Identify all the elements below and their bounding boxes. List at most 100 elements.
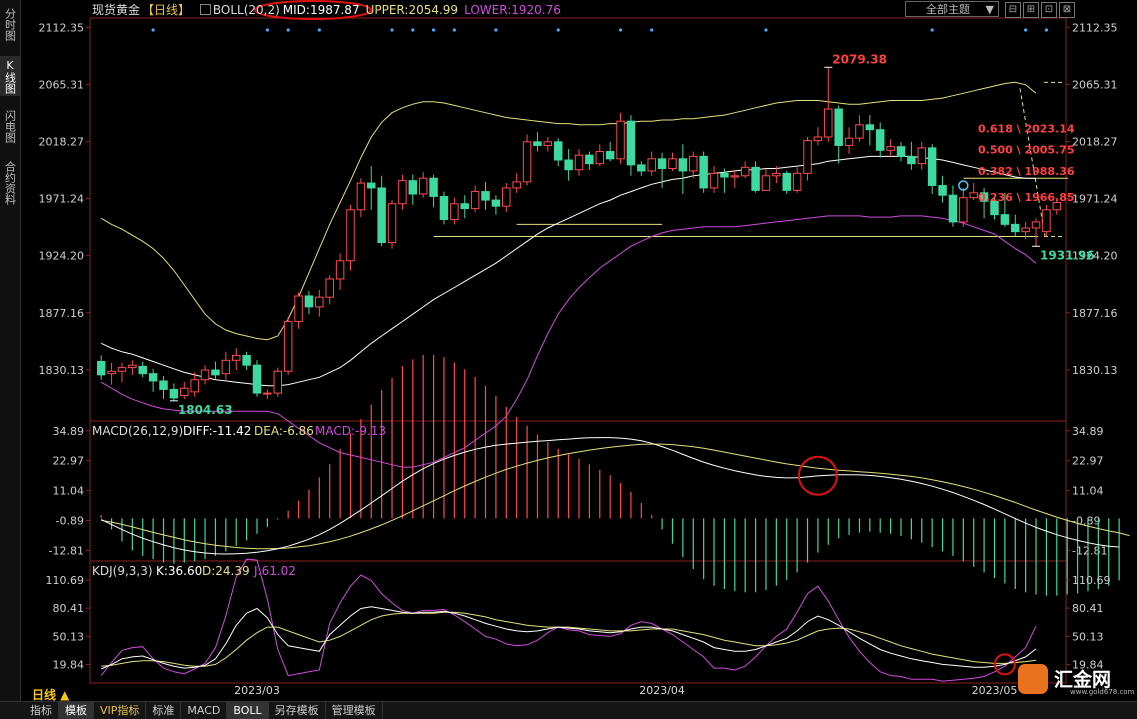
candle-body — [460, 203, 469, 210]
price-axis-tick-left: 1877.16 — [39, 307, 85, 320]
theme-select[interactable]: 全部主题 ▼ — [905, 1, 999, 17]
close-icon[interactable]: ⊠ — [1059, 2, 1075, 18]
macd-axis-tick-left: -0.89 — [56, 515, 84, 528]
candle-body — [626, 120, 636, 166]
tab-save-template[interactable]: 另存模板 — [269, 702, 326, 719]
boll-upper: UPPER:2054.99 — [365, 3, 459, 17]
extreme-label: 2079.38 — [832, 52, 887, 66]
chart-canvas[interactable]: 2112.35 2112.35 2065.31 2065.31 2018.27 2018.… — [0, 0, 1137, 718]
event-marker — [494, 28, 498, 32]
price-axis-tick-right: 2018.27 — [1072, 135, 1118, 148]
fib-label: 0.382 \ 1988.36 — [978, 165, 1075, 178]
candle-body — [948, 194, 958, 223]
candle-body — [637, 164, 646, 172]
kdj-axis-tick-right: 110.69 — [1072, 574, 1111, 587]
event-marker — [764, 28, 768, 32]
macd-dea-value: DEA:-6.86 — [254, 424, 314, 438]
kdj-k-value: K:36.60 — [156, 564, 202, 578]
candle-body — [1021, 227, 1030, 233]
candle-body — [678, 158, 688, 172]
candle-body — [439, 195, 449, 221]
maximize-icon[interactable]: ⊡ — [1041, 2, 1057, 18]
candle-body — [315, 296, 324, 308]
candle-body — [138, 365, 147, 375]
candle-body — [200, 369, 210, 381]
candle-body — [169, 388, 179, 399]
event-marker — [618, 28, 623, 32]
candle-body — [969, 192, 978, 199]
boll-mid-line — [100, 155, 1037, 387]
candle-body — [574, 154, 584, 171]
pane-frame-2 — [89, 560, 1067, 684]
theme-select-label: 全部主题 — [926, 3, 970, 16]
candle-body — [128, 364, 137, 369]
tab-boll[interactable]: BOLL — [227, 702, 269, 719]
price-axis-tick-right: 2065.31 — [1072, 78, 1118, 91]
symbol-name: 现货黄金 — [92, 3, 141, 17]
tab-standard[interactable]: 标准 — [146, 702, 182, 719]
event-marker — [411, 28, 415, 32]
candle-body — [491, 199, 501, 207]
candle-body — [418, 177, 428, 195]
tab-template[interactable]: 模板 — [59, 702, 94, 719]
candle-body — [553, 141, 563, 161]
indicator-icon[interactable] — [199, 4, 211, 15]
tile-icon[interactable]: ⊞ — [1023, 2, 1039, 18]
tab-vip-indicators[interactable]: VIP指标 — [94, 702, 147, 719]
candle-body — [367, 182, 376, 189]
tab-macd[interactable]: MACD — [181, 702, 228, 719]
event-marker — [286, 28, 290, 32]
event-marker — [650, 28, 654, 32]
candle-body — [1000, 214, 1010, 225]
candle-body — [211, 369, 220, 376]
candle-body — [824, 108, 833, 138]
tab-indicators[interactable]: 指标 — [24, 702, 59, 719]
candle-body — [1031, 221, 1041, 229]
macd-value: MACD:-9.13 — [315, 424, 386, 438]
price-axis-tick-right: 1971.24 — [1072, 193, 1118, 206]
candle-body — [616, 120, 625, 160]
price-axis-tick-left: 1830.13 — [39, 364, 85, 377]
candle-body — [502, 187, 511, 207]
fib-label: 0.500 \ 2005.75 — [978, 144, 1075, 157]
candle-body — [751, 166, 760, 191]
candle-body — [730, 175, 740, 178]
candle-body — [159, 380, 168, 390]
candle-body — [595, 151, 605, 165]
candle-body — [896, 146, 906, 157]
fib-projection-line — [1019, 88, 1046, 237]
kdj-d-value: D:24.39 — [202, 564, 250, 578]
event-marker — [452, 28, 456, 32]
date-tick: 2023/05 — [972, 684, 1018, 697]
kdj-axis-tick-right: 80.41 — [1072, 602, 1104, 615]
dea-line — [101, 443, 1130, 550]
macd-axis-tick-left: 11.04 — [53, 485, 85, 498]
candle-body — [1042, 209, 1051, 233]
candle-body — [585, 154, 594, 165]
candle-body — [304, 295, 314, 308]
macd-title: MACD(26,12,9) — [92, 424, 183, 438]
price-axis-tick-right: 2112.35 — [1072, 21, 1118, 34]
price-axis-tick-left: 1971.24 — [39, 193, 85, 206]
candle-body — [959, 197, 968, 223]
candle-body — [855, 124, 864, 139]
price-axis-tick-right: 1877.16 — [1072, 307, 1118, 320]
candle-body — [512, 181, 521, 189]
candle-body — [720, 172, 729, 178]
boll-mid: MID:1987.87 — [282, 3, 360, 17]
candle-body — [117, 367, 127, 372]
tab-manage-template[interactable]: 管理模板 — [326, 702, 383, 719]
candle-body — [387, 203, 397, 244]
boll-lower: LOWER:1920.76 — [464, 3, 561, 17]
candle-body — [834, 108, 843, 146]
fib-label: 0.236 \ 1966.85 — [978, 191, 1075, 204]
candle-body — [429, 177, 438, 197]
candle-body — [263, 392, 272, 395]
candle-body — [252, 364, 262, 394]
kdj-j-value: J:61.02 — [253, 564, 296, 578]
candle-body — [761, 175, 771, 191]
candle-body — [740, 166, 750, 177]
period-tag: 【日线】 — [142, 3, 191, 17]
candle-body — [917, 147, 927, 165]
minimize-icon[interactable]: ⊟ — [1005, 2, 1021, 18]
